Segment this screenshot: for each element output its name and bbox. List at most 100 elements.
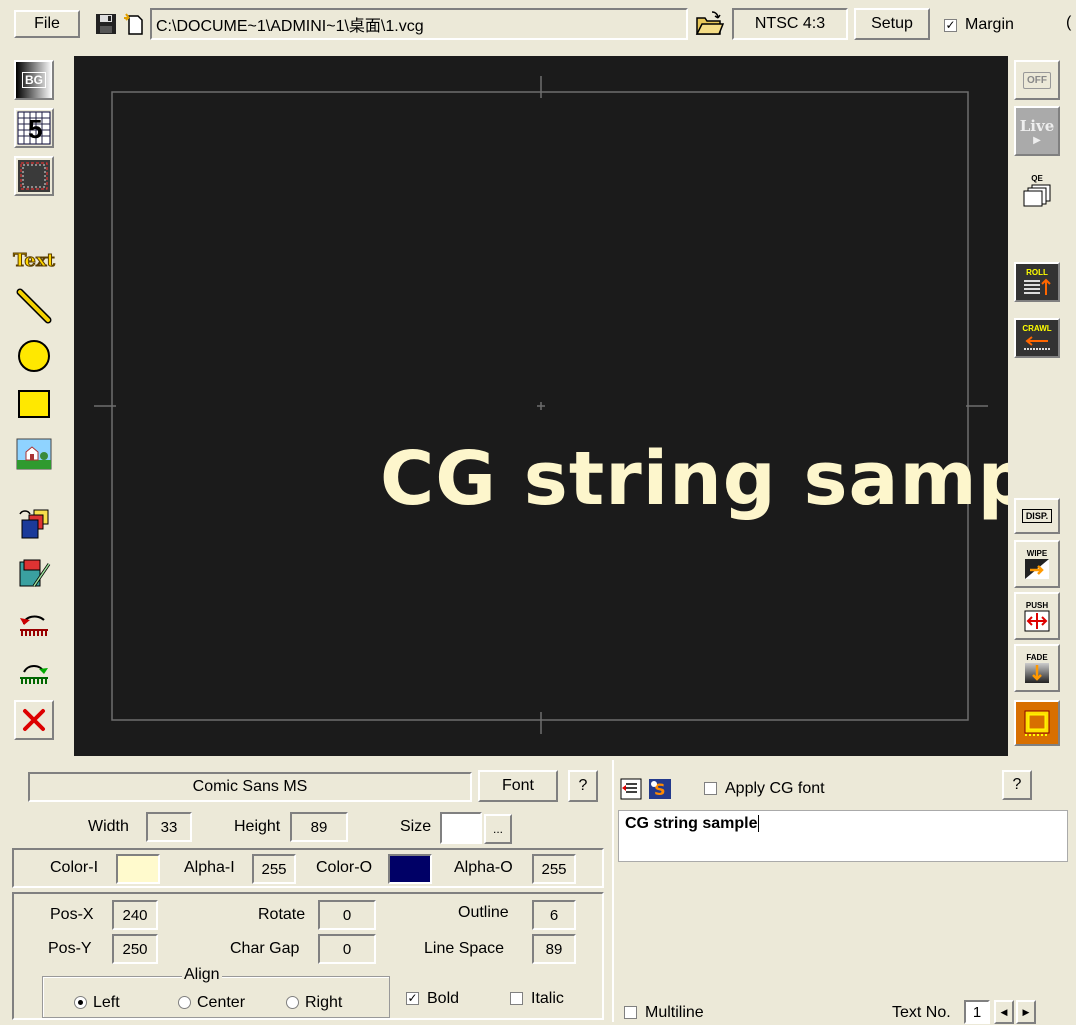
text-no-value: 1	[972, 1003, 982, 1021]
multiline-check-box[interactable]	[624, 1006, 637, 1020]
line-tool-button[interactable]	[14, 286, 54, 326]
output-frame-button[interactable]	[1014, 700, 1060, 746]
margin-checkbox[interactable]: ✓ Margin	[944, 14, 1014, 36]
bold-check-box[interactable]: ✓	[406, 992, 419, 1006]
alpha-o-label: Alpha-O	[454, 859, 513, 876]
apply-cg-font-label: Apply CG font	[725, 780, 825, 797]
text-tool-label: Text	[13, 249, 56, 271]
bold-checkbox[interactable]: ✓ Bold	[406, 990, 459, 1008]
outline-color-swatch[interactable]	[388, 854, 432, 884]
multiline-checkbox[interactable]: Multiline	[624, 1004, 704, 1022]
edit-properties-tool-button[interactable]	[14, 554, 54, 594]
italic-checkbox[interactable]: Italic	[510, 990, 564, 1008]
output-live-button[interactable]: Live ▶	[1014, 106, 1060, 156]
layer-order-tool-button[interactable]	[14, 504, 54, 544]
align-right-radio[interactable]: Right	[286, 994, 342, 1012]
fade-effect-button[interactable]: FADE	[1014, 644, 1060, 692]
text-list-icon[interactable]	[620, 778, 642, 800]
rotate-right-tool-button[interactable]	[14, 650, 54, 690]
setup-button[interactable]: Setup	[854, 8, 930, 40]
text-tool-button[interactable]: Text	[13, 240, 56, 280]
right-arrow-icon: ▶	[1022, 1006, 1030, 1017]
size-browse-button[interactable]: ...	[484, 814, 512, 844]
alpha-o-value: 255	[541, 860, 567, 878]
align-center-radio[interactable]: Center	[178, 994, 245, 1012]
align-left-radio[interactable]: Left	[74, 994, 120, 1012]
truncated-top-text: (	[1066, 14, 1072, 31]
rotate-field[interactable]: 0	[318, 900, 376, 930]
background-tool-button[interactable]: BG	[14, 60, 54, 100]
fade-label: FADE	[1026, 652, 1048, 662]
push-effect-button[interactable]: PUSH	[1014, 592, 1060, 640]
save-icon[interactable]	[94, 12, 118, 36]
text-help-button[interactable]: ?	[1002, 770, 1032, 800]
height-field[interactable]: 89	[290, 812, 348, 842]
rotate-left-tool-button[interactable]	[14, 602, 54, 642]
quick-effect-button[interactable]: QE	[1014, 170, 1060, 210]
outline-field[interactable]: 6	[532, 900, 576, 930]
file-path-field[interactable]: C:\DOCUME~1\ADMINI~1\桌面\1.vcg	[150, 8, 688, 40]
safe-area-tool-button[interactable]	[14, 156, 54, 196]
text-no-label: Text No.	[892, 1004, 951, 1021]
margin-check-box[interactable]: ✓	[944, 18, 957, 32]
align-left-dot[interactable]	[74, 996, 87, 1010]
new-file-icon[interactable]	[122, 12, 146, 36]
pos-y-label: Pos-Y	[48, 940, 92, 957]
text-no-prev-button[interactable]: ◀	[994, 1000, 1014, 1024]
font-button[interactable]: Font	[478, 770, 558, 802]
align-group-label: Align	[182, 966, 222, 984]
bold-label: Bold	[427, 990, 460, 1007]
edit-properties-icon	[19, 559, 51, 587]
italic-check-box[interactable]	[510, 992, 523, 1006]
ellipse-tool-button[interactable]	[14, 336, 54, 376]
live-label: Live	[1019, 116, 1055, 135]
font-name-field[interactable]: Comic Sans MS	[28, 772, 472, 802]
preview-canvas[interactable]: CG string samp	[74, 56, 1008, 756]
alpha-i-field[interactable]: 255	[252, 854, 296, 884]
italic-label: Italic	[531, 990, 564, 1007]
pos-x-field[interactable]: 240	[112, 900, 158, 930]
video-format-display[interactable]: NTSC 4:3	[732, 8, 848, 40]
line-icon	[16, 288, 52, 324]
crawl-label: CRAWL	[1022, 323, 1052, 333]
open-folder-icon[interactable]	[694, 10, 725, 38]
file-menu-button[interactable]: File	[14, 10, 80, 38]
wipe-effect-button[interactable]: WIPE	[1014, 540, 1060, 588]
cg-text-object[interactable]: CG string samp	[380, 436, 1008, 522]
rectangle-tool-button[interactable]	[14, 384, 54, 424]
picture-tool-button[interactable]	[14, 434, 54, 474]
live-arrow-icon: ▶	[1033, 134, 1041, 146]
crawl-icon	[1024, 335, 1050, 350]
width-field[interactable]: 33	[146, 812, 192, 842]
output-off-button[interactable]: OFF	[1014, 60, 1060, 100]
align-right-dot[interactable]	[286, 996, 299, 1010]
font-help-button[interactable]: ?	[568, 770, 598, 802]
display-button[interactable]: DISP.	[1014, 498, 1060, 534]
char-gap-field[interactable]: 0	[318, 934, 376, 964]
color-group	[12, 848, 604, 888]
inner-color-swatch[interactable]	[116, 854, 160, 884]
roll-effect-button[interactable]: ROLL	[1014, 262, 1060, 302]
margin-label: Margin	[965, 16, 1014, 33]
align-left-label: Left	[93, 994, 120, 1011]
text-no-field[interactable]: 1	[964, 1000, 990, 1024]
apply-cg-font-check-box[interactable]	[704, 782, 717, 796]
line-space-field[interactable]: 89	[532, 934, 576, 964]
alpha-o-field[interactable]: 255	[532, 854, 576, 884]
grid-tool-button[interactable]: 5	[14, 108, 54, 148]
text-caret	[758, 815, 760, 832]
crawl-effect-button[interactable]: CRAWL	[1014, 318, 1060, 358]
text-no-next-button[interactable]: ▶	[1016, 1000, 1036, 1024]
apply-cg-font-checkbox[interactable]: Apply CG font	[704, 780, 825, 798]
align-center-dot[interactable]	[178, 996, 191, 1010]
delete-tool-button[interactable]	[14, 700, 54, 740]
color-o-label: Color-O	[316, 859, 373, 876]
color-i-label: Color-I	[50, 859, 99, 876]
cg-text-input[interactable]: CG string sample	[618, 810, 1068, 862]
pos-y-value: 250	[122, 940, 148, 958]
size-field[interactable]	[440, 812, 482, 844]
pos-y-field[interactable]: 250	[112, 934, 158, 964]
line-space-value: 89	[545, 940, 563, 958]
char-gap-value: 0	[342, 940, 352, 958]
style-icon[interactable]: S	[648, 778, 672, 800]
